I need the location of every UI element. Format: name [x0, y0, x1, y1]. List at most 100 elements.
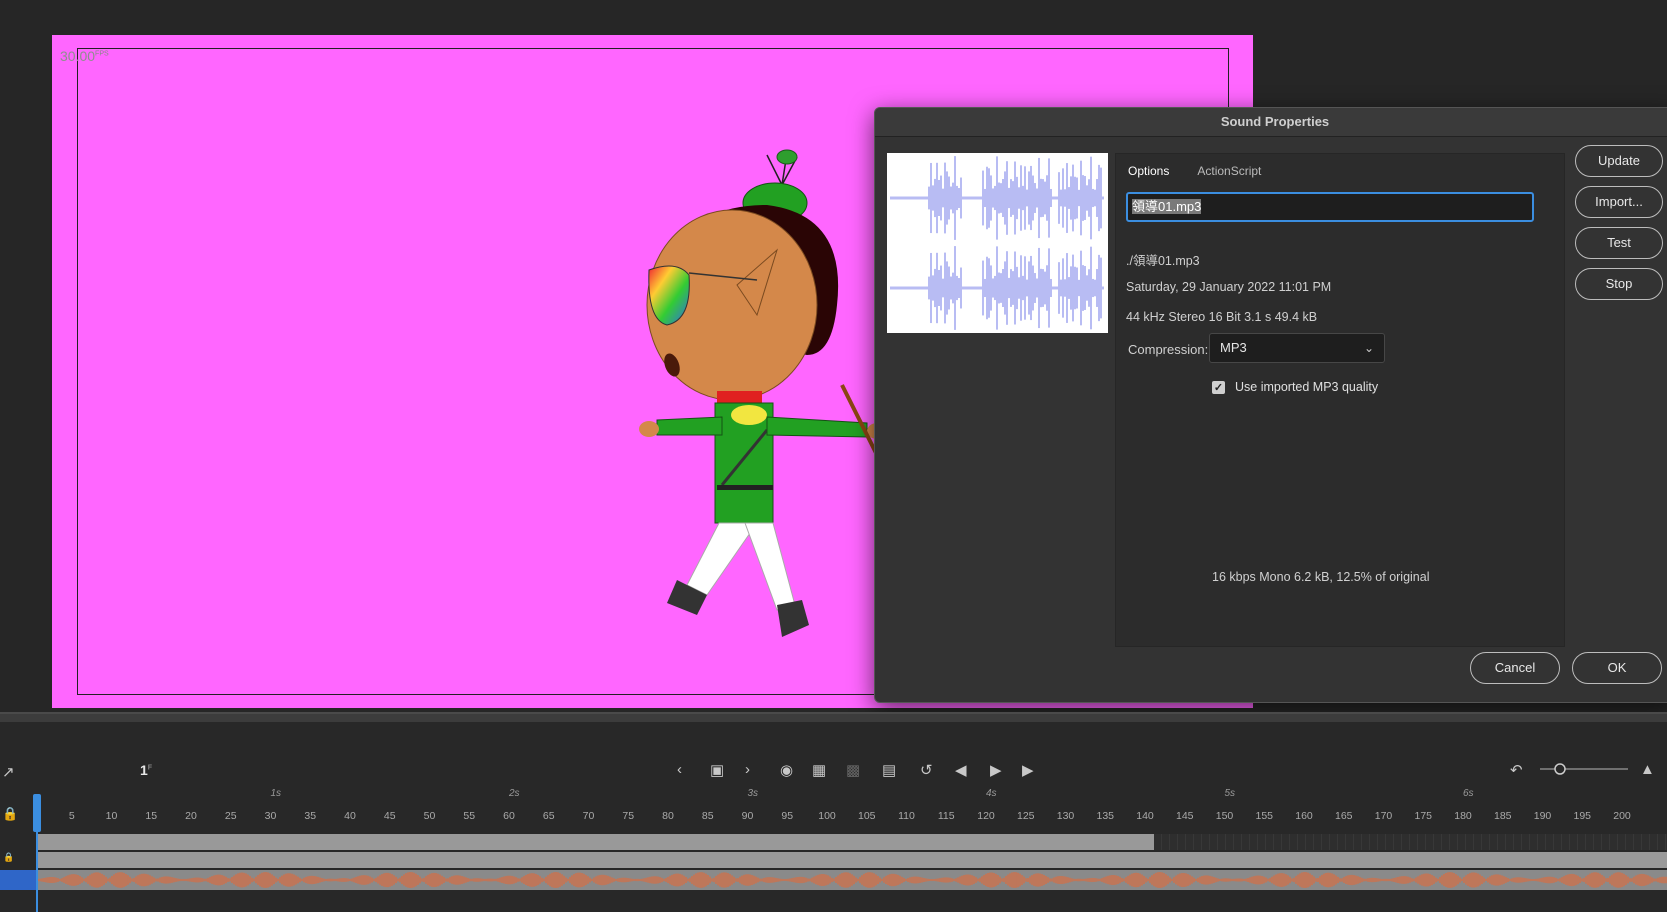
insert-keyframe-icon[interactable]: ▣ [710, 761, 724, 779]
frame-tick-label: 25 [224, 810, 237, 822]
frame-tick-label: 100 [818, 810, 836, 822]
sound-name-input[interactable]: 領導01.mp3 [1126, 192, 1534, 222]
test-button[interactable]: Test [1575, 227, 1663, 259]
stop-button[interactable]: Stop [1575, 268, 1663, 300]
frame-tick-label: 20 [185, 810, 197, 822]
frame-tick-label: 40 [344, 810, 356, 822]
frame-tick-label: 125 [1016, 810, 1035, 822]
frame-tick-label: 170 [1374, 810, 1393, 822]
frame-tick-label: 35 [304, 810, 317, 822]
frame-tick-label: 190 [1533, 810, 1552, 822]
sound-format: 44 kHz Stereo 16 Bit 3.1 s 49.4 kB [1126, 310, 1318, 324]
cancel-button[interactable]: Cancel [1470, 652, 1560, 684]
import-button[interactable]: Import... [1575, 186, 1663, 218]
frame-tick-label: 185 [1493, 810, 1512, 822]
fps-display[interactable]: 30.00FPS [60, 48, 109, 64]
frame-tick-label: 105 [857, 810, 876, 822]
play-icon[interactable]: ▶ [990, 761, 1002, 779]
frame-tick-label: 155 [1255, 810, 1274, 822]
chevron-down-icon: ⌄ [1363, 341, 1374, 355]
sound-properties-dialog: Sound Properties Options ActionScript 領導… [874, 107, 1667, 703]
lock-icon[interactable]: 🔒 [2, 806, 18, 822]
panel-divider[interactable] [0, 712, 1667, 722]
options-panel: Options ActionScript 領導01.mp3 ./領導01.mp3… [1115, 153, 1565, 647]
frame-tick-label: 10 [105, 810, 118, 822]
step-back-icon[interactable]: ◀ [955, 761, 967, 779]
frame-tick-label: 55 [463, 810, 476, 822]
graph-icon[interactable]: ↗ [2, 763, 15, 781]
second-mark-label: 4s [986, 788, 997, 799]
next-keyframe-icon[interactable]: › [745, 761, 750, 778]
playhead-handle[interactable] [33, 794, 41, 832]
frame-tick-label: 130 [1056, 810, 1075, 822]
frame-tick-label: 140 [1136, 810, 1154, 822]
frame-tick-label: 145 [1175, 810, 1194, 822]
prev-keyframe-icon[interactable]: ‹ [677, 761, 682, 778]
frame-tick-label: 200 [1613, 810, 1631, 822]
mp3-quality-option[interactable]: ✓ Use imported MP3 quality [1212, 380, 1378, 394]
layer-frames-span[interactable] [36, 834, 1154, 850]
layer-parenting-icon[interactable]: ▩ [846, 761, 860, 779]
frame-tick-label: 160 [1295, 810, 1313, 822]
waveform-preview [887, 153, 1108, 333]
sound-name-text: 領導01.mp3 [1132, 199, 1202, 214]
frame-tick-label: 175 [1414, 810, 1433, 822]
frame-unit: F [147, 764, 153, 772]
compression-label: Compression: [1128, 342, 1209, 357]
frame-tick-label: 195 [1573, 810, 1592, 822]
sound-date: Saturday, 29 January 2022 11:01 PM [1126, 280, 1332, 294]
frame-tick-label: 65 [542, 810, 555, 822]
second-mark-label: 1s [270, 788, 282, 799]
frame-tick-label: 115 [937, 810, 955, 822]
frame-tick-label: 80 [662, 810, 674, 822]
current-frame-display[interactable]: 1F [140, 762, 152, 778]
dialog-title: Sound Properties [875, 108, 1667, 137]
second-mark-label: 6s [1463, 788, 1474, 799]
sound-path: ./領導01.mp3 [1126, 254, 1200, 268]
tab-bar: Options ActionScript [1128, 164, 1261, 178]
frame-value: 1 [140, 762, 148, 778]
update-button[interactable]: Update [1575, 145, 1663, 177]
compression-select[interactable]: MP3 ⌄ [1209, 333, 1385, 363]
frame-tick-label: 95 [781, 810, 794, 822]
tab-actionscript[interactable]: ActionScript [1197, 164, 1261, 178]
frame-tick-label: 90 [741, 810, 754, 822]
frame-tick-label: 85 [701, 810, 714, 822]
mountain-icon[interactable]: ▲ [1640, 761, 1655, 778]
compression-summary: 16 kbps Mono 6.2 kB, 12.5% of original [1212, 570, 1430, 584]
ok-button[interactable]: OK [1572, 652, 1662, 684]
second-mark-label: 5s [1224, 788, 1236, 799]
undo-icon[interactable]: ↶ [1510, 761, 1523, 779]
compression-value: MP3 [1220, 340, 1247, 355]
camera-icon[interactable]: ▤ [882, 761, 896, 779]
frame-tick-label: 30 [264, 810, 277, 822]
frame-tick-label: 135 [1096, 810, 1115, 822]
second-mark-label: 2s [509, 788, 520, 799]
second-mark-label: 3s [747, 788, 759, 799]
frame-tick-label: 165 [1334, 810, 1353, 822]
frame-tick-label: 45 [383, 810, 396, 822]
frame-tick-label: 50 [423, 810, 436, 822]
step-forward-icon[interactable]: ▶ [1022, 761, 1034, 779]
frame-tick-label: 15 [145, 810, 158, 822]
onion-skin-icon[interactable]: ◉ [780, 761, 793, 779]
tab-options[interactable]: Options [1128, 164, 1169, 178]
frame-ruler[interactable]: 5 10 15 20 25 30 35 40 45 50 55 60 65 70 75 80 85 90 95 100… [36, 784, 1667, 836]
sound-layer-lock-icon[interactable]: 🔒 [3, 852, 14, 863]
fps-unit: FPS [95, 50, 109, 58]
loop-icon[interactable]: ↺ [920, 761, 933, 779]
frame-tick-label: 110 [898, 810, 915, 822]
fps-value: 30.00 [60, 48, 96, 64]
frame-tick-label: 75 [622, 810, 635, 822]
selected-layer-row[interactable] [0, 870, 36, 890]
mp3-quality-checkbox[interactable]: ✓ [1212, 380, 1225, 394]
frame-tick-label: 120 [977, 810, 995, 822]
empty-frames[interactable] [1154, 834, 1667, 850]
frame-tick-label: 5 [68, 810, 75, 822]
frame-tick-label: 180 [1454, 810, 1472, 822]
sound-layer-frames[interactable] [36, 852, 1667, 868]
frame-tick-label: 70 [582, 810, 595, 822]
zoom-slider[interactable] [1538, 762, 1630, 776]
edit-multiple-frames-icon[interactable]: ▦ [812, 761, 826, 779]
audio-waveform-track [36, 870, 1667, 890]
